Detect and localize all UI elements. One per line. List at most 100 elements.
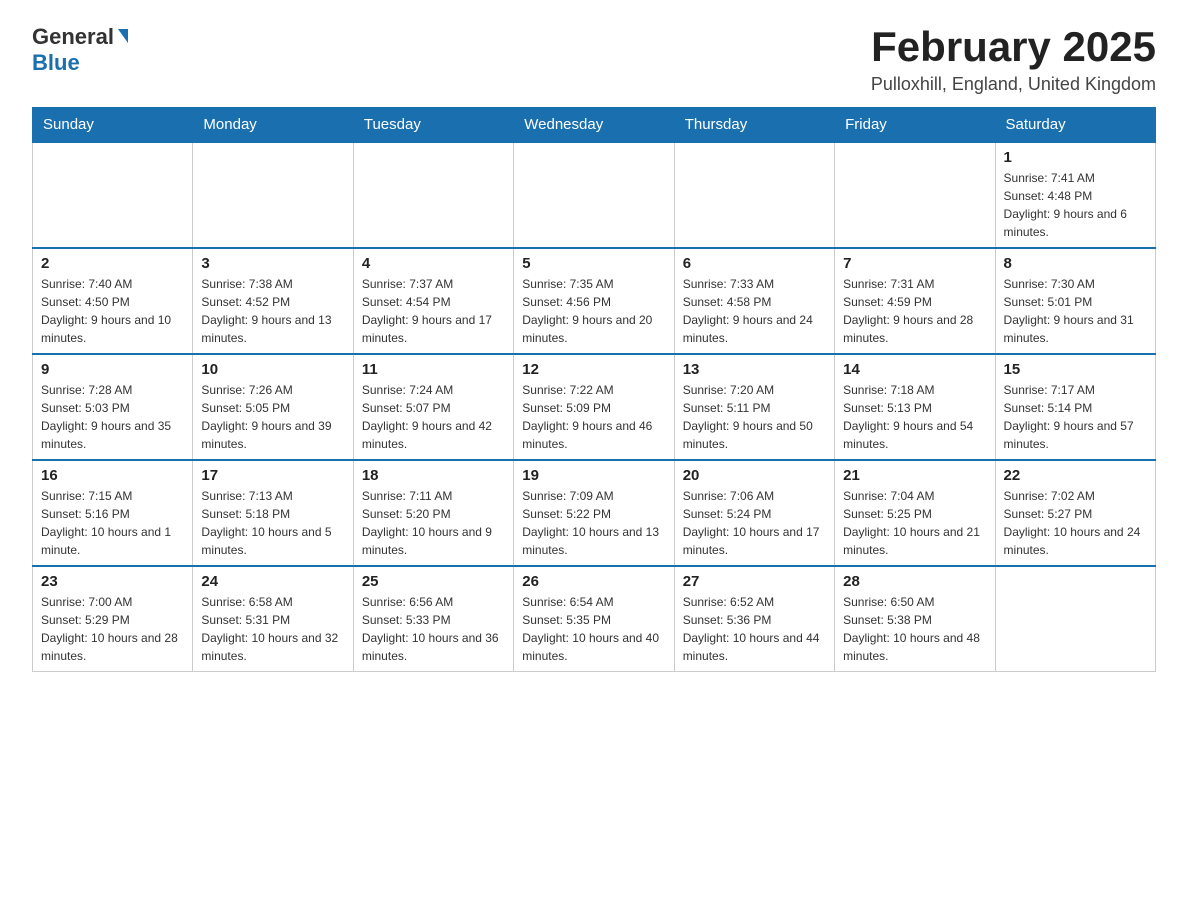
calendar-cell: 2 Sunrise: 7:40 AM Sunset: 4:50 PM Daylig… xyxy=(33,248,193,354)
day-info: Sunrise: 7:00 AM Sunset: 5:29 PM Dayligh… xyxy=(41,593,184,665)
calendar-cell xyxy=(353,142,513,248)
day-info: Sunrise: 6:54 AM Sunset: 5:35 PM Dayligh… xyxy=(522,593,665,665)
calendar-cell: 23 Sunrise: 7:00 AM Sunset: 5:29 PM Dayli… xyxy=(33,566,193,672)
day-info: Sunrise: 7:06 AM Sunset: 5:24 PM Dayligh… xyxy=(683,487,826,559)
calendar-table: SundayMondayTuesdayWednesdayThursdayFrid… xyxy=(32,107,1156,672)
calendar-cell: 3Sunrise: 7:38 AM Sunset: 4:52 PM Daylig… xyxy=(193,248,353,354)
location-text: Pulloxhill, England, United Kingdom xyxy=(871,74,1156,95)
day-number: 17 xyxy=(201,467,344,484)
page-header: General Blue February 2025 Pulloxhill, E… xyxy=(32,24,1156,95)
column-header-saturday: Saturday xyxy=(995,108,1155,143)
calendar-cell xyxy=(193,142,353,248)
calendar-cell xyxy=(674,142,834,248)
calendar-cell xyxy=(33,142,193,248)
day-info: Sunrise: 7:13 AM Sunset: 5:18 PM Dayligh… xyxy=(201,487,344,559)
week-row-5: 23 Sunrise: 7:00 AM Sunset: 5:29 PM Dayli… xyxy=(33,566,1156,672)
day-info: Sunrise: 6:58 AM Sunset: 5:31 PM Dayligh… xyxy=(201,593,344,665)
calendar-cell: 11 Sunrise: 7:24 AM Sunset: 5:07 PM Dayli… xyxy=(353,354,513,460)
calendar-cell xyxy=(995,566,1155,672)
day-info: Sunrise: 6:50 AM Sunset: 5:38 PM Dayligh… xyxy=(843,593,986,665)
day-number: 10 xyxy=(201,361,344,378)
day-info: Sunrise: 7:40 AM Sunset: 4:50 PM Dayligh… xyxy=(41,275,184,347)
day-number: 19 xyxy=(522,467,665,484)
day-info: Sunrise: 7:26 AM Sunset: 5:05 PM Dayligh… xyxy=(201,381,344,453)
logo: General Blue xyxy=(32,24,128,76)
day-number: 27 xyxy=(683,573,826,590)
column-header-thursday: Thursday xyxy=(674,108,834,143)
calendar-header-row: SundayMondayTuesdayWednesdayThursdayFrid… xyxy=(33,108,1156,143)
day-number: 9 xyxy=(41,361,184,378)
day-info: Sunrise: 6:52 AM Sunset: 5:36 PM Dayligh… xyxy=(683,593,826,665)
day-info: Sunrise: 7:31 AM Sunset: 4:59 PM Dayligh… xyxy=(843,275,986,347)
title-block: February 2025 Pulloxhill, England, Unite… xyxy=(871,24,1156,95)
day-number: 25 xyxy=(362,573,505,590)
day-info: Sunrise: 7:15 AM Sunset: 5:16 PM Dayligh… xyxy=(41,487,184,559)
day-info: Sunrise: 6:56 AM Sunset: 5:33 PM Dayligh… xyxy=(362,593,505,665)
calendar-cell: 18Sunrise: 7:11 AM Sunset: 5:20 PM Dayli… xyxy=(353,460,513,566)
day-number: 6 xyxy=(683,255,826,272)
day-number: 24 xyxy=(201,573,344,590)
logo-general-text: General xyxy=(32,24,114,50)
calendar-cell: 5 Sunrise: 7:35 AM Sunset: 4:56 PM Daylig… xyxy=(514,248,674,354)
column-header-monday: Monday xyxy=(193,108,353,143)
week-row-3: 9Sunrise: 7:28 AM Sunset: 5:03 PM Daylig… xyxy=(33,354,1156,460)
day-info: Sunrise: 7:20 AM Sunset: 5:11 PM Dayligh… xyxy=(683,381,826,453)
week-row-4: 16 Sunrise: 7:15 AM Sunset: 5:16 PM Dayli… xyxy=(33,460,1156,566)
week-row-2: 2 Sunrise: 7:40 AM Sunset: 4:50 PM Daylig… xyxy=(33,248,1156,354)
calendar-cell: 6Sunrise: 7:33 AM Sunset: 4:58 PM Daylig… xyxy=(674,248,834,354)
day-number: 2 xyxy=(41,255,184,272)
day-info: Sunrise: 7:18 AM Sunset: 5:13 PM Dayligh… xyxy=(843,381,986,453)
day-number: 8 xyxy=(1004,255,1147,272)
calendar-cell: 28 Sunrise: 6:50 AM Sunset: 5:38 PM Dayli… xyxy=(835,566,995,672)
calendar-cell: 24 Sunrise: 6:58 AM Sunset: 5:31 PM Dayli… xyxy=(193,566,353,672)
calendar-cell: 27 Sunrise: 6:52 AM Sunset: 5:36 PM Dayli… xyxy=(674,566,834,672)
day-number: 4 xyxy=(362,255,505,272)
day-number: 22 xyxy=(1004,467,1147,484)
calendar-cell: 17 Sunrise: 7:13 AM Sunset: 5:18 PM Dayli… xyxy=(193,460,353,566)
calendar-cell: 14Sunrise: 7:18 AM Sunset: 5:13 PM Dayli… xyxy=(835,354,995,460)
day-info: Sunrise: 7:37 AM Sunset: 4:54 PM Dayligh… xyxy=(362,275,505,347)
day-number: 11 xyxy=(362,361,505,378)
calendar-cell: 26 Sunrise: 6:54 AM Sunset: 5:35 PM Dayli… xyxy=(514,566,674,672)
day-number: 26 xyxy=(522,573,665,590)
day-number: 18 xyxy=(362,467,505,484)
calendar-cell: 19 Sunrise: 7:09 AM Sunset: 5:22 PM Dayli… xyxy=(514,460,674,566)
calendar-cell: 20 Sunrise: 7:06 AM Sunset: 5:24 PM Dayli… xyxy=(674,460,834,566)
day-number: 21 xyxy=(843,467,986,484)
day-number: 28 xyxy=(843,573,986,590)
day-info: Sunrise: 7:02 AM Sunset: 5:27 PM Dayligh… xyxy=(1004,487,1147,559)
day-info: Sunrise: 7:04 AM Sunset: 5:25 PM Dayligh… xyxy=(843,487,986,559)
calendar-cell: 4 Sunrise: 7:37 AM Sunset: 4:54 PM Daylig… xyxy=(353,248,513,354)
day-number: 15 xyxy=(1004,361,1147,378)
day-number: 1 xyxy=(1004,149,1147,166)
day-number: 3 xyxy=(201,255,344,272)
calendar-cell xyxy=(514,142,674,248)
calendar-cell: 9Sunrise: 7:28 AM Sunset: 5:03 PM Daylig… xyxy=(33,354,193,460)
logo-triangle-icon xyxy=(118,29,128,43)
column-header-tuesday: Tuesday xyxy=(353,108,513,143)
calendar-cell: 12 Sunrise: 7:22 AM Sunset: 5:09 PM Dayli… xyxy=(514,354,674,460)
calendar-cell: 25 Sunrise: 6:56 AM Sunset: 5:33 PM Dayli… xyxy=(353,566,513,672)
calendar-cell: 22 Sunrise: 7:02 AM Sunset: 5:27 PM Dayli… xyxy=(995,460,1155,566)
day-number: 20 xyxy=(683,467,826,484)
calendar-cell: 13 Sunrise: 7:20 AM Sunset: 5:11 PM Dayli… xyxy=(674,354,834,460)
calendar-cell: 7 Sunrise: 7:31 AM Sunset: 4:59 PM Daylig… xyxy=(835,248,995,354)
calendar-cell: 1Sunrise: 7:41 AM Sunset: 4:48 PM Daylig… xyxy=(995,142,1155,248)
day-info: Sunrise: 7:30 AM Sunset: 5:01 PM Dayligh… xyxy=(1004,275,1147,347)
calendar-cell: 10 Sunrise: 7:26 AM Sunset: 5:05 PM Dayli… xyxy=(193,354,353,460)
day-number: 13 xyxy=(683,361,826,378)
day-number: 12 xyxy=(522,361,665,378)
week-row-1: 1Sunrise: 7:41 AM Sunset: 4:48 PM Daylig… xyxy=(33,142,1156,248)
day-number: 5 xyxy=(522,255,665,272)
column-header-sunday: Sunday xyxy=(33,108,193,143)
day-info: Sunrise: 7:17 AM Sunset: 5:14 PM Dayligh… xyxy=(1004,381,1147,453)
day-info: Sunrise: 7:22 AM Sunset: 5:09 PM Dayligh… xyxy=(522,381,665,453)
day-info: Sunrise: 7:35 AM Sunset: 4:56 PM Dayligh… xyxy=(522,275,665,347)
day-number: 7 xyxy=(843,255,986,272)
day-info: Sunrise: 7:09 AM Sunset: 5:22 PM Dayligh… xyxy=(522,487,665,559)
month-title: February 2025 xyxy=(871,24,1156,70)
day-info: Sunrise: 7:24 AM Sunset: 5:07 PM Dayligh… xyxy=(362,381,505,453)
calendar-cell: 8 Sunrise: 7:30 AM Sunset: 5:01 PM Daylig… xyxy=(995,248,1155,354)
day-number: 23 xyxy=(41,573,184,590)
day-number: 16 xyxy=(41,467,184,484)
